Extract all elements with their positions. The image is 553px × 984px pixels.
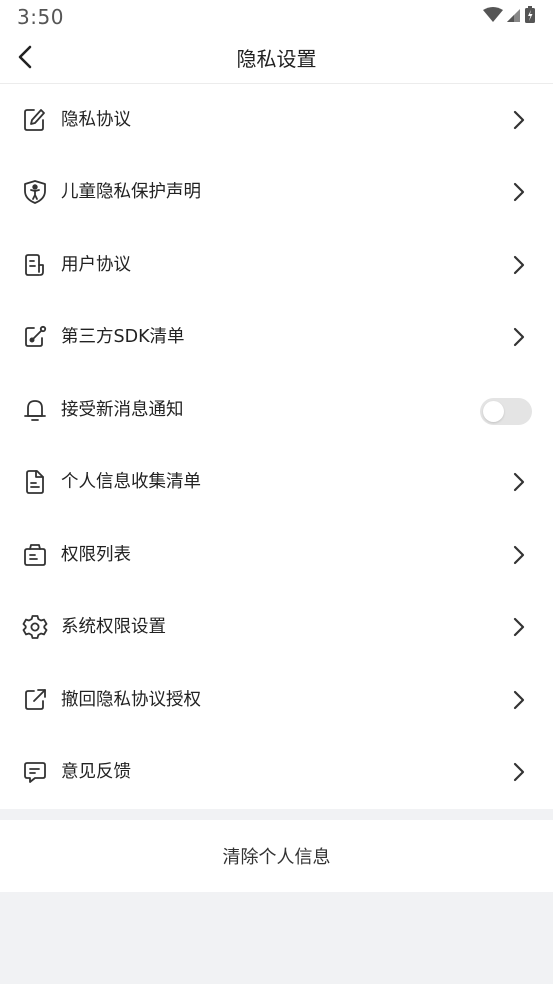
battery-icon: [525, 6, 535, 23]
row-permission-list[interactable]: 权限列表: [0, 519, 553, 591]
chevron-right-icon: [512, 182, 526, 202]
row-label: 权限列表: [61, 545, 131, 565]
shield-child-icon: [22, 179, 48, 205]
file-list-icon: [22, 469, 48, 495]
row-third-party-sdk-list[interactable]: 第三方SDK清单: [0, 301, 553, 373]
row-new-message-notification: 接受新消息通知: [0, 374, 553, 446]
row-label: 系统权限设置: [61, 617, 166, 637]
row-label: 儿童隐私保护声明: [61, 182, 201, 202]
row-label: 隐私协议: [61, 110, 131, 130]
chat-icon: [22, 759, 48, 785]
status-time: 3:50: [17, 5, 64, 29]
document-icon: [22, 252, 48, 278]
row-label: 接受新消息通知: [61, 400, 184, 420]
row-label: 意见反馈: [61, 762, 131, 782]
row-label: 撤回隐私协议授权: [61, 690, 201, 710]
settings-list: 隐私协议 儿童隐私保护声明 用户协议 第三方SDK清单 接受新消息通知 个人信息…: [0, 84, 553, 809]
bag-icon: [22, 542, 48, 568]
share-out-icon: [22, 687, 48, 713]
notification-toggle[interactable]: [480, 398, 532, 425]
row-label: 个人信息收集清单: [61, 472, 201, 492]
toggle-knob: [483, 401, 504, 422]
signal-icon: [507, 7, 521, 23]
row-revoke-privacy-authorization[interactable]: 撤回隐私协议授权: [0, 664, 553, 736]
status-icons: [483, 6, 535, 23]
chevron-right-icon: [512, 327, 526, 347]
row-label: 用户协议: [61, 255, 131, 275]
row-feedback[interactable]: 意见反馈: [0, 736, 553, 808]
wifi-icon: [483, 6, 503, 23]
clear-personal-info-button[interactable]: 清除个人信息: [0, 820, 553, 892]
status-bar: 3:50: [0, 0, 553, 32]
chevron-right-icon: [512, 255, 526, 275]
chevron-right-icon: [512, 690, 526, 710]
row-privacy-agreement[interactable]: 隐私协议: [0, 84, 553, 156]
clear-personal-info-label: 清除个人信息: [222, 847, 331, 868]
row-child-privacy-statement[interactable]: 儿童隐私保护声明: [0, 156, 553, 228]
row-system-permission-settings[interactable]: 系统权限设置: [0, 591, 553, 663]
gear-icon: [22, 614, 48, 640]
chevron-right-icon: [512, 617, 526, 637]
row-label: 第三方SDK清单: [61, 327, 185, 347]
nav-bar: 隐私设置: [0, 32, 553, 84]
bell-icon: [22, 397, 48, 423]
link-edit-icon: [22, 324, 48, 350]
chevron-right-icon: [512, 472, 526, 492]
row-personal-info-collection-list[interactable]: 个人信息收集清单: [0, 446, 553, 518]
row-user-agreement[interactable]: 用户协议: [0, 229, 553, 301]
chevron-right-icon: [512, 545, 526, 565]
chevron-right-icon: [512, 110, 526, 130]
edit-doc-icon: [22, 107, 48, 133]
page-title: 隐私设置: [236, 47, 317, 71]
chevron-right-icon: [512, 762, 526, 782]
